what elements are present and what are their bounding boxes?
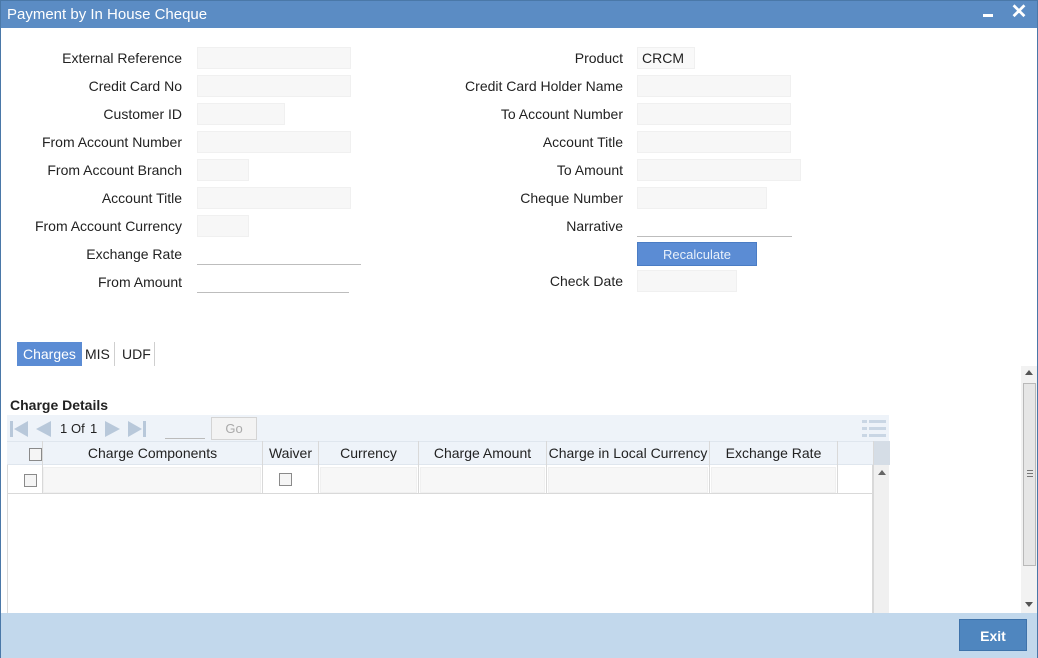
from-amount-label: From Amount (97, 274, 182, 290)
to-amount-field[interactable] (637, 159, 801, 181)
grid-scrollbar-header (874, 441, 890, 465)
total-pages: 1 (90, 421, 98, 436)
product-field[interactable] (637, 47, 695, 69)
currency-cell[interactable] (320, 467, 417, 493)
customer-id-label: Customer ID (103, 106, 182, 122)
first-page-icon[interactable] (9, 419, 29, 439)
credit-card-no-field[interactable] (197, 75, 351, 97)
cheque-number-field[interactable] (637, 187, 767, 209)
from-amount-field[interactable] (197, 271, 349, 293)
row-select-checkbox[interactable] (24, 474, 37, 487)
waiver-checkbox[interactable] (279, 473, 292, 486)
scroll-up-icon[interactable] (878, 470, 886, 475)
from-account-number-field[interactable] (197, 131, 351, 153)
current-page: 1 (60, 421, 68, 436)
from-account-branch-label: From Account Branch (47, 162, 182, 178)
account-title-label-left: Account Title (101, 190, 182, 206)
window-title: Payment by In House Cheque (7, 6, 208, 23)
check-date-field[interactable] (637, 270, 737, 292)
scroll-down-icon[interactable] (1025, 602, 1033, 607)
col-charge-local-currency: Charge in Local Currency (548, 445, 708, 461)
from-account-currency-label: From Account Currency (34, 218, 182, 234)
tab-charges[interactable]: Charges (17, 342, 82, 366)
last-page-icon[interactable] (127, 419, 147, 439)
to-amount-label: To Amount (556, 162, 623, 178)
narrative-field[interactable] (637, 215, 792, 237)
exchange-rate-field[interactable] (197, 243, 361, 265)
exit-button[interactable]: Exit (959, 619, 1027, 651)
external-reference-field[interactable] (197, 47, 351, 69)
row-divider (7, 493, 873, 494)
credit-card-no-label: Credit Card No (88, 78, 182, 94)
check-date-label: Check Date (549, 273, 623, 289)
grid-scrollbar[interactable] (873, 441, 890, 613)
list-view-icon[interactable] (861, 418, 887, 440)
page-number-input[interactable] (165, 418, 205, 439)
customer-id-field[interactable] (197, 103, 285, 125)
external-reference-label: External Reference (62, 50, 182, 66)
from-account-number-label: From Account Number (41, 134, 182, 150)
previous-page-icon[interactable] (33, 419, 53, 439)
exchange-rate-label: Exchange Rate (86, 246, 182, 262)
charge-details-title: Charge Details (10, 397, 109, 413)
exchange-rate-cell[interactable] (711, 467, 836, 493)
cheque-number-label: Cheque Number (520, 190, 623, 206)
charge-local-currency-cell[interactable] (548, 467, 708, 493)
col-charge-components: Charge Components (87, 445, 218, 461)
account-title-label-right: Account Title (542, 134, 623, 150)
grid-left-border (7, 465, 8, 613)
scrollbar-thumb[interactable] (1023, 383, 1036, 566)
grip-icon (1027, 470, 1033, 477)
next-page-icon[interactable] (103, 419, 123, 439)
col-charge-amount: Charge Amount (433, 445, 532, 461)
go-button[interactable]: Go (211, 417, 257, 440)
col-waiver: Waiver (268, 445, 313, 461)
account-title-field-right[interactable] (637, 131, 791, 153)
from-account-currency-field[interactable] (197, 215, 249, 237)
minimize-icon[interactable] (981, 3, 995, 23)
tab-udf[interactable]: UDF (116, 342, 157, 366)
credit-card-holder-name-field[interactable] (637, 75, 791, 97)
credit-card-holder-name-label: Credit Card Holder Name (465, 78, 623, 94)
product-label: Product (574, 50, 623, 66)
col-currency: Currency (340, 445, 397, 461)
page-scrollbar[interactable] (1021, 366, 1037, 613)
recalculate-button[interactable]: Recalculate (637, 242, 757, 266)
tab-divider (154, 342, 155, 366)
account-title-field-left[interactable] (197, 187, 351, 209)
narrative-label: Narrative (566, 218, 623, 234)
charge-components-cell[interactable] (43, 467, 261, 493)
scroll-up-icon[interactable] (1025, 370, 1033, 375)
tab-mis[interactable]: MIS (79, 342, 116, 366)
page-of-label: Of (71, 421, 85, 436)
close-icon[interactable]: ✕ (1009, 1, 1029, 25)
to-account-number-label: To Account Number (500, 106, 623, 122)
footer-bar (1, 613, 1037, 658)
payment-window: Payment by In House Cheque ✕ External Re… (0, 0, 1038, 658)
title-bar: Payment by In House Cheque ✕ (1, 1, 1037, 28)
to-account-number-field[interactable] (637, 103, 791, 125)
charge-amount-cell[interactable] (420, 467, 545, 493)
col-exchange-rate: Exchange Rate (725, 445, 822, 461)
from-account-branch-field[interactable] (197, 159, 249, 181)
select-all-checkbox[interactable] (29, 448, 42, 461)
